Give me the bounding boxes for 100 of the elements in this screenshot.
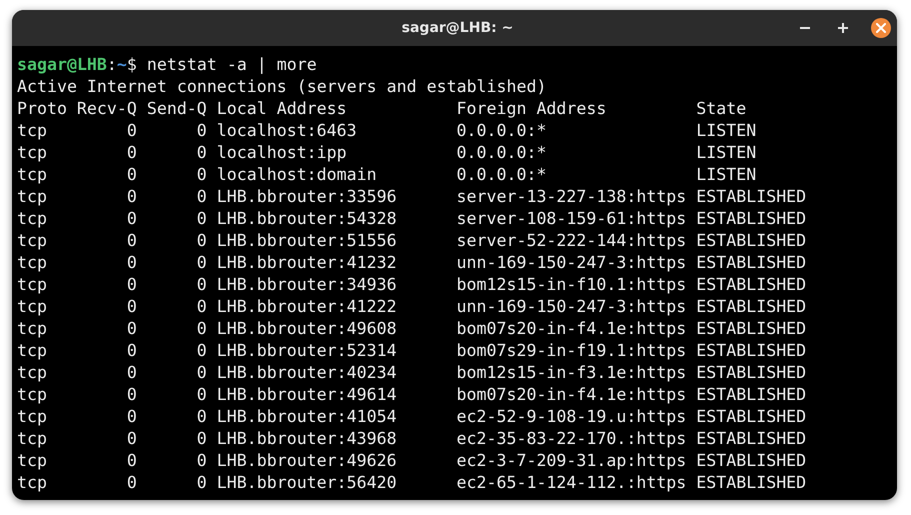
output-title: Active Internet connections (servers and established)	[17, 76, 546, 98]
table-cell: unn-169-150-247-3:https	[456, 252, 686, 274]
command-text: netstat -a | more	[146, 54, 317, 76]
table-cell-text: 0	[196, 274, 207, 296]
table-cell-text: 0	[126, 230, 137, 252]
prompt-separator: :	[106, 54, 117, 76]
table-cell-text: 0.0.0.0:*	[456, 142, 548, 164]
table-cell-text: 0	[126, 186, 137, 208]
table-cell-text: 0	[126, 472, 137, 494]
table-cell-text: 0	[126, 318, 137, 340]
table-cell: ec2-52-9-108-19.u:https	[456, 406, 686, 428]
table-cell-text: 0	[196, 208, 207, 230]
table-cell-text: localhost:6463	[216, 120, 358, 142]
table-cell-text: 0	[196, 428, 207, 450]
table-cell-text: ESTABLISHED	[696, 252, 808, 274]
table-cell-text: 0	[126, 450, 137, 472]
table-cell-text: LISTEN	[696, 164, 758, 186]
table-cell: ec2-3-7-209-31.ap:https	[456, 450, 686, 472]
table-cell-text: ESTABLISHED	[696, 230, 808, 252]
minimize-icon	[800, 27, 810, 29]
table-cell-text: 0	[196, 340, 207, 362]
column-header: Recv-Q	[76, 98, 137, 120]
table-cell-text: tcp	[17, 252, 48, 274]
table-cell-text: tcp	[17, 186, 48, 208]
table-cell-text: 0	[196, 472, 207, 494]
prompt-path: ~	[116, 54, 127, 76]
table-cell-text: ESTABLISHED	[696, 362, 808, 384]
table-cell-text: 0.0.0.0:*	[456, 164, 548, 186]
table-cell-text: tcp	[17, 142, 48, 164]
table-cell-text: ESTABLISHED	[696, 274, 808, 296]
table-cell-text: 0	[196, 384, 207, 406]
table-cell-text: LHB.bbrouter:56420	[216, 472, 398, 494]
table-cell-text: 0	[126, 274, 137, 296]
table-cell-text: 0	[196, 164, 207, 186]
table-cell-text: tcp	[17, 340, 48, 362]
table-cell-text: LHB.bbrouter:41232	[216, 252, 398, 274]
table-cell-text: LHB.bbrouter:41222	[216, 296, 398, 318]
table-cell: bom12s15-in-f10.1:https	[456, 274, 686, 296]
table-cell-text: 0	[196, 252, 207, 274]
table-cell-text: ESTABLISHED	[696, 428, 808, 450]
table-cell: server-13-227-138:https	[456, 186, 686, 208]
close-button[interactable]	[871, 18, 891, 38]
table-cell: ec2-35-83-22-170.:https	[456, 428, 686, 450]
table-cell-text: 0	[196, 142, 207, 164]
prompt-user-host: sagar@LHB	[17, 54, 107, 76]
table-cell: server-52-222-144:https	[456, 230, 686, 252]
table-cell-text: tcp	[17, 164, 48, 186]
table-cell-text: LHB.bbrouter:34936	[216, 274, 398, 296]
table-cell-text: tcp	[17, 318, 48, 340]
table-cell-text: ESTABLISHED	[696, 318, 808, 340]
table-cell-text: LISTEN	[696, 120, 758, 142]
table-cell-text: ESTABLISHED	[696, 450, 808, 472]
table-cell: bom12s15-in-f3.1e:https	[456, 362, 686, 384]
table-cell-text: LHB.bbrouter:41054	[216, 406, 398, 428]
table-cell-text: tcp	[17, 230, 48, 252]
table-cell-text: tcp	[17, 362, 48, 384]
table-cell-text: ESTABLISHED	[696, 340, 808, 362]
table-cell-text: tcp	[17, 274, 48, 296]
table-cell-text: 0	[126, 340, 137, 362]
table-cell: server-108-159-61:https	[456, 208, 686, 230]
table-cell-text: tcp	[17, 384, 48, 406]
table-cell-text: tcp	[17, 428, 48, 450]
table-cell-text: ESTABLISHED	[696, 384, 808, 406]
table-cell: bom07s29-in-f19.1:https	[456, 340, 686, 362]
close-icon	[876, 23, 886, 33]
table-cell-text: 0	[196, 230, 207, 252]
window-title: sagar@LHB: ~	[402, 20, 514, 36]
table-cell-text: 0	[196, 362, 207, 384]
table-cell-text: tcp	[17, 472, 48, 494]
table-cell-text: localhost:ipp	[216, 142, 348, 164]
table-cell-text: ESTABLISHED	[696, 296, 808, 318]
table-cell-text: tcp	[17, 450, 48, 472]
table-cell-text: tcp	[17, 406, 48, 428]
table-cell-text: 0	[196, 450, 207, 472]
table-cell-text: 0	[196, 406, 207, 428]
column-header: Local Address	[216, 98, 348, 120]
column-header: Proto	[17, 98, 67, 120]
table-cell-text: 0	[196, 186, 207, 208]
table-cell-text: LHB.bbrouter:49608	[216, 318, 398, 340]
table-cell-text: 0	[126, 252, 137, 274]
table-cell: bom07s20-in-f4.1e:https	[456, 384, 686, 406]
table-cell-text: tcp	[17, 208, 48, 230]
column-header: Send-Q	[146, 98, 207, 120]
column-header: Foreign Address	[456, 98, 608, 120]
table-cell-text: 0	[126, 296, 137, 318]
table-cell-text: LHB.bbrouter:51556	[216, 230, 398, 252]
table-cell-text: 0	[126, 142, 137, 164]
table-cell-text: ESTABLISHED	[696, 472, 808, 494]
table-cell: unn-169-150-247-3:https	[456, 296, 686, 318]
table-cell: bom07s20-in-f4.1e:https	[456, 318, 686, 340]
table-cell-text: LHB.bbrouter:54328	[216, 208, 398, 230]
table-cell-text: 0	[196, 296, 207, 318]
table-cell-text: LHB.bbrouter:43968	[216, 428, 398, 450]
table-cell-text: 0	[126, 406, 137, 428]
table-cell-text: tcp	[17, 296, 48, 318]
table-cell-text: localhost:domain	[216, 164, 378, 186]
table-cell-text: tcp	[17, 120, 48, 142]
table-cell-text: LISTEN	[696, 142, 758, 164]
table-cell-text: 0.0.0.0:*	[456, 120, 548, 142]
table-cell-text: LHB.bbrouter:33596	[216, 186, 398, 208]
